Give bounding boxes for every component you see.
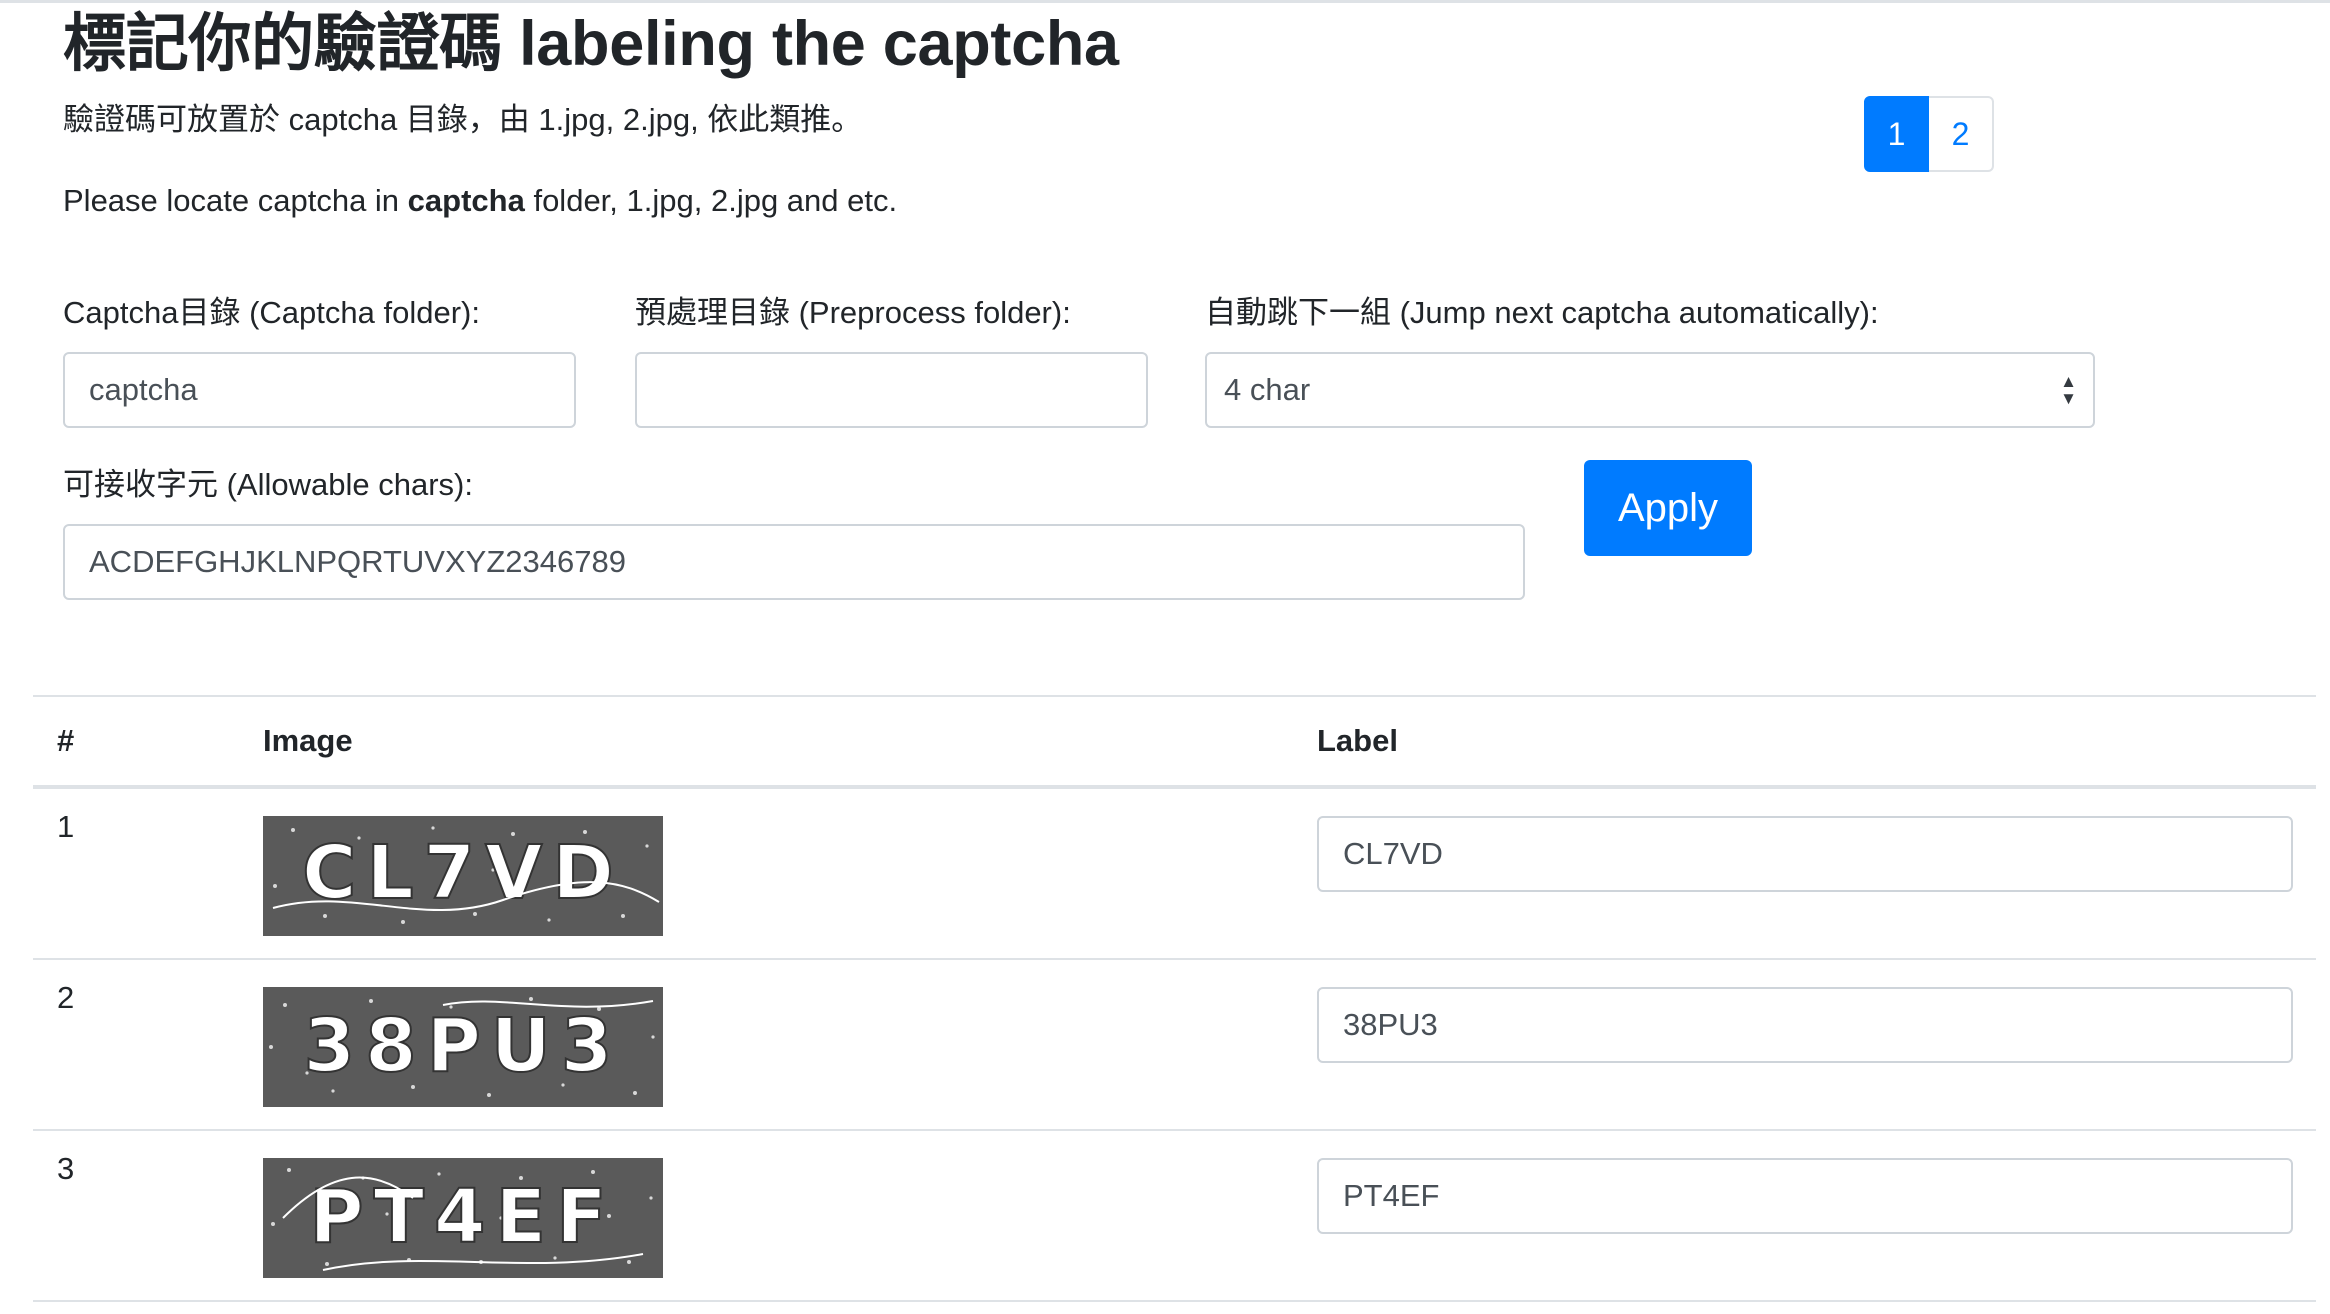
captcha-image: CL7VD [263, 816, 663, 936]
captcha-table: # Image Label 1 CL7VD CL7VD 2 38PU3 38PU… [33, 695, 2316, 1302]
label-input[interactable]: PT4EF [1317, 1158, 2293, 1234]
description-english-post: folder, 1.jpg, 2.jpg and etc. [524, 183, 898, 218]
table-row: 2 38PU3 38PU3 [33, 960, 2316, 1131]
label-input[interactable]: CL7VD [1317, 816, 2293, 892]
captcha-image: PT4EF [263, 1158, 663, 1278]
table-row: 1 CL7VD CL7VD [33, 789, 2316, 960]
label-value: 38PU3 [1343, 1007, 1438, 1042]
column-header-number: # [57, 723, 75, 758]
row-number: 2 [57, 980, 75, 1015]
page-link-1[interactable]: 1 [1864, 96, 1929, 172]
jump-next-select[interactable]: 4 char ▲ ▼ [1205, 352, 2095, 428]
allowable-chars-input[interactable]: ACDEFGHJKLNPQRTUVXYZ2346789 [63, 524, 1525, 600]
allowable-chars-value: ACDEFGHJKLNPQRTUVXYZ2346789 [89, 544, 626, 579]
captcha-text: PT4EF [309, 1174, 616, 1260]
page-title: 標記你的驗證碼 labeling the captcha [63, 9, 1119, 79]
top-border [0, 0, 2330, 3]
allowable-chars-label: 可接收字元 (Allowable chars): [63, 467, 473, 502]
jump-next-selected: 4 char [1224, 372, 1311, 407]
table-header: # Image Label [33, 695, 2316, 789]
captcha-text: 38PU3 [304, 1003, 623, 1089]
column-header-image: Image [263, 723, 353, 758]
description-english: Please locate captcha in captcha folder,… [63, 181, 897, 221]
page-link-2[interactable]: 2 [1929, 96, 1994, 172]
label-value: CL7VD [1343, 836, 1443, 871]
captcha-image: 38PU3 [263, 987, 663, 1107]
preprocess-folder-input[interactable] [635, 352, 1148, 428]
captcha-folder-value: captcha [89, 372, 198, 407]
select-arrows-icon: ▲ ▼ [2060, 372, 2077, 408]
description-english-bold: captcha [407, 183, 525, 218]
apply-button[interactable]: Apply [1584, 460, 1752, 556]
label-input[interactable]: 38PU3 [1317, 987, 2293, 1063]
preprocess-folder-label: 預處理目錄 (Preprocess folder): [635, 295, 1071, 330]
row-number: 1 [57, 809, 75, 844]
jump-next-label: 自動跳下一組 (Jump next captcha automatically)… [1205, 295, 1879, 330]
description-chinese: 驗證碼可放置於 captcha 目錄，由 1.jpg, 2.jpg, 依此類推。 [63, 102, 863, 137]
row-number: 3 [57, 1151, 75, 1186]
captcha-folder-input[interactable]: captcha [63, 352, 576, 428]
captcha-folder-label: Captcha目錄 (Captcha folder): [63, 295, 480, 330]
pagination: 1 2 [1864, 96, 1994, 172]
column-header-label: Label [1317, 723, 1398, 758]
table-row: 3 PT4EF PT4EF [33, 1131, 2316, 1302]
label-value: PT4EF [1343, 1178, 1440, 1213]
description-english-pre: Please locate captcha in [63, 183, 408, 218]
